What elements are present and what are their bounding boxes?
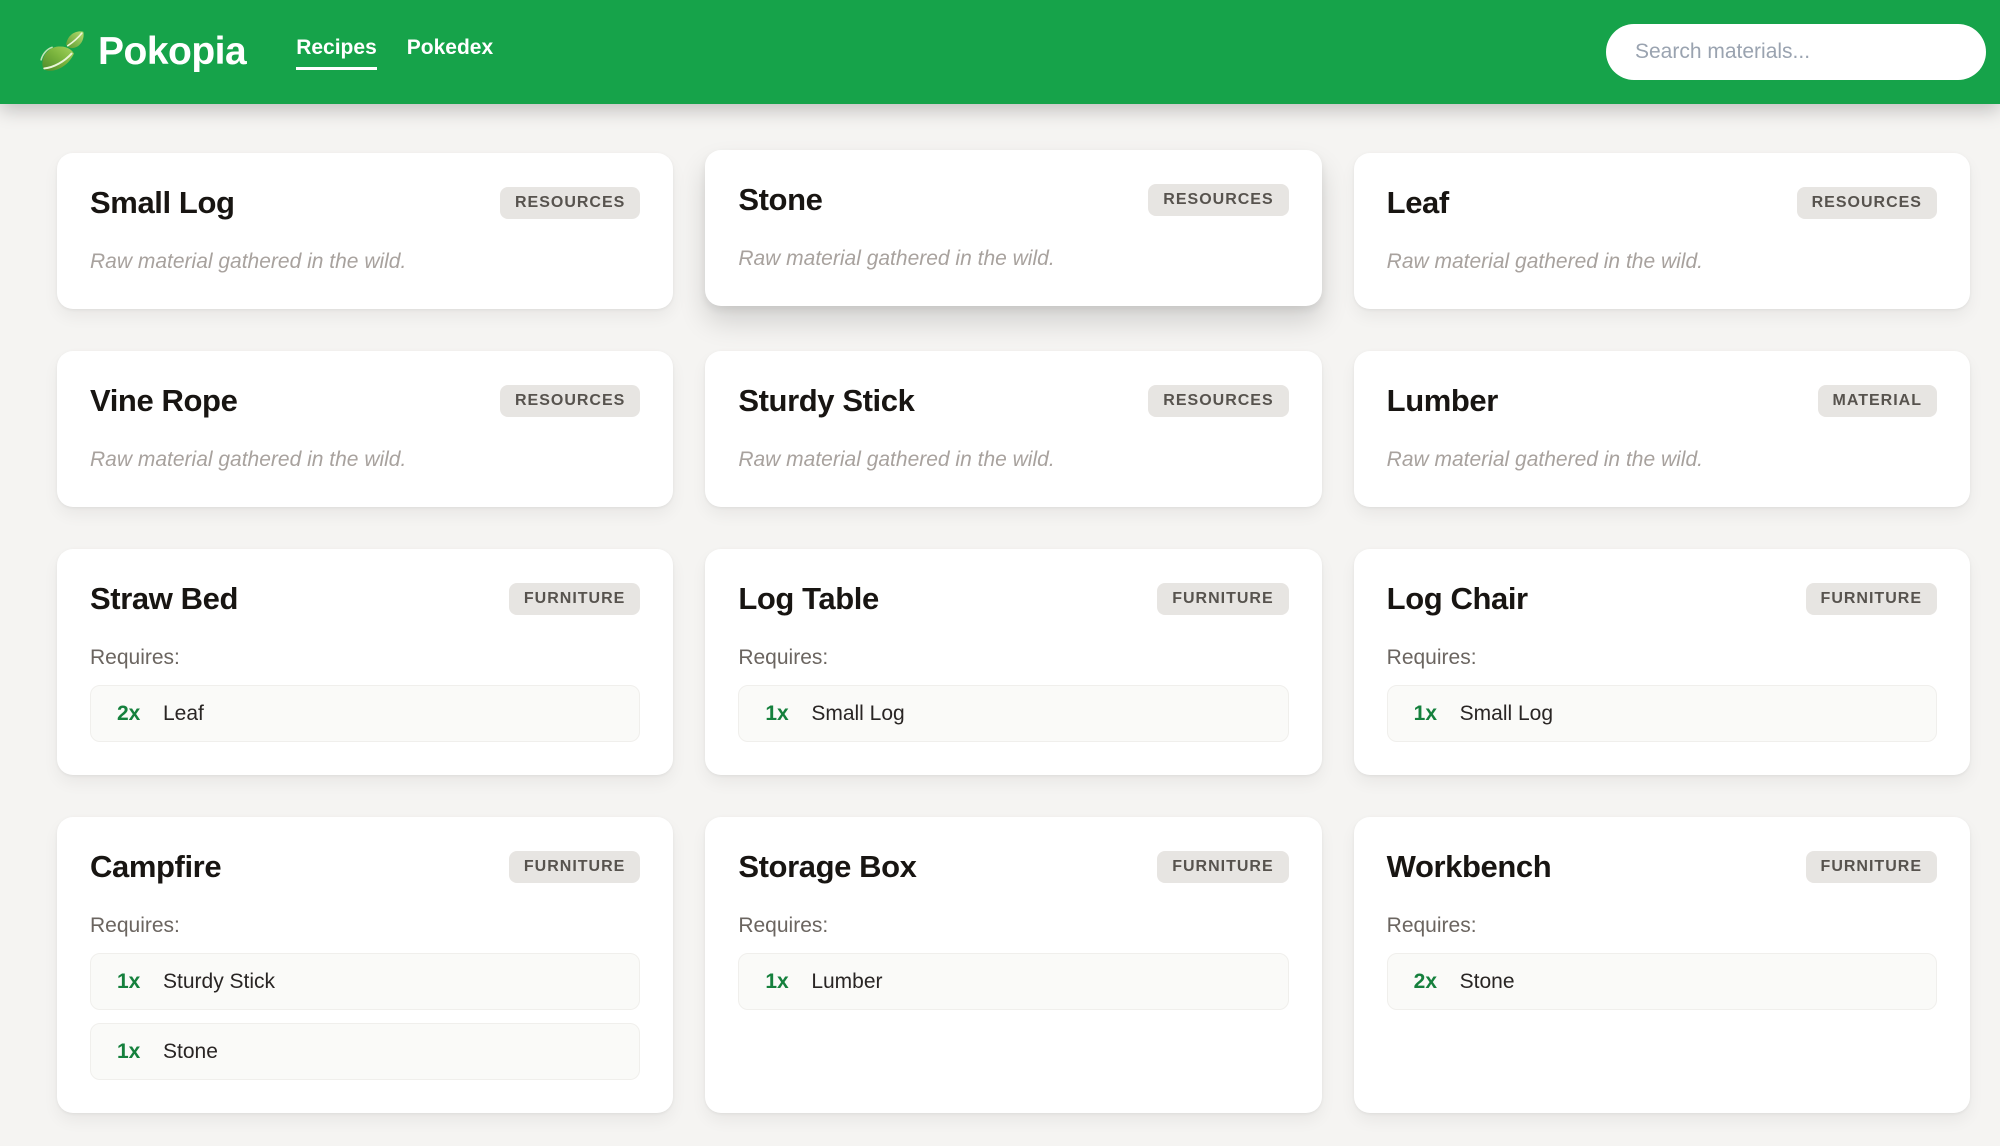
ingredient-quantity: 1x [117,1040,141,1063]
recipe-card[interactable]: Sturdy Stick RESOURCES Raw material gath… [705,351,1322,507]
recipe-card[interactable]: Stone RESOURCES Raw material gathered in… [705,150,1322,306]
recipe-card[interactable]: Vine Rope RESOURCES Raw material gathere… [57,351,674,507]
ingredient-row: 1x Small Log [738,685,1289,742]
category-badge: FURNITURE [1805,851,1937,883]
category-badge: FURNITURE [1157,583,1289,615]
card-title: Lumber [1386,383,1499,418]
card-description: Raw material gathered in the wild. [1386,250,1703,273]
card-title: Vine Rope [90,383,238,418]
ingredient-row: 2x Leaf [90,685,641,742]
recipe-grid: Small Log RESOURCES Raw material gathere… [57,150,1970,1113]
ingredient-quantity: 2x [1413,970,1438,993]
card-title: Straw Bed [90,581,238,616]
requires-label: Requires: [1386,646,1477,669]
category-badge: FURNITURE [1157,851,1289,883]
ingredient-name: Sturdy Stick [163,970,276,993]
category-badge: RESOURCES [1148,385,1289,417]
card-header: Log Table FURNITURE [738,580,1289,618]
nav-link-recipes[interactable]: Recipes [296,36,377,70]
main-nav: Recipes Pokedex [296,36,493,70]
ingredient-quantity: 1x [1413,702,1438,725]
card-header: Straw Bed FURNITURE [90,580,641,618]
nav-link-pokedex[interactable]: Pokedex [407,36,493,70]
category-badge: FURNITURE [508,583,641,615]
card-description: Raw material gathered in the wild. [90,250,407,273]
recipe-card[interactable]: Log Chair FURNITURE Requires: 1x Small L… [1353,549,1970,775]
card-title: Campfire [90,849,222,884]
recipe-card[interactable]: Log Table FURNITURE Requires: 1x Small L… [705,549,1322,775]
app-header: Pokopia Recipes Pokedex [0,0,2000,104]
category-badge: RESOURCES [499,385,641,417]
category-badge: RESOURCES [1796,187,1937,219]
card-header: Campfire FURNITURE [90,848,641,886]
ingredient-row: 1x Lumber [738,953,1289,1010]
ingredient-name: Small Log [811,702,905,725]
card-description: Raw material gathered in the wild. [1386,448,1703,471]
card-title: Small Log [90,185,235,220]
ingredient-name: Leaf [163,702,204,725]
card-header: Stone RESOURCES [738,181,1289,219]
recipe-card[interactable]: Small Log RESOURCES Raw material gathere… [57,153,674,309]
card-title: Log Chair [1386,581,1528,616]
card-header: Small Log RESOURCES [90,184,641,222]
card-header: Log Chair FURNITURE [1387,580,1937,618]
brand-name: Pokopia [98,30,247,73]
ingredient-quantity: 1x [765,702,789,725]
card-title: Sturdy Stick [738,383,915,418]
card-header: Leaf RESOURCES [1387,184,1937,222]
card-header: Workbench FURNITURE [1387,848,1937,886]
card-header: Sturdy Stick RESOURCES [738,382,1289,420]
card-title: Leaf [1386,185,1450,220]
category-badge: RESOURCES [499,187,641,219]
card-header: Vine Rope RESOURCES [90,382,641,420]
ingredient-row: 1x Small Log [1386,685,1937,742]
category-badge: FURNITURE [508,851,641,883]
card-title: Workbench [1386,849,1552,884]
ingredient-quantity: 1x [765,970,789,993]
requires-label: Requires: [90,914,180,937]
ingredient-row: 1x Sturdy Stick [90,953,641,1010]
recipe-card[interactable]: Straw Bed FURNITURE Requires: 2x Leaf [57,549,674,775]
requires-label: Requires: [1386,914,1477,937]
card-description: Raw material gathered in the wild. [738,247,1055,270]
brand[interactable]: Pokopia [38,27,247,77]
card-title: Storage Box [738,849,917,884]
recipe-card[interactable]: Workbench FURNITURE Requires: 2x Stone [1353,817,1970,1113]
ingredient-name: Stone [163,1040,218,1063]
ingredient-quantity: 1x [117,970,141,993]
requires-label: Requires: [90,646,180,669]
category-badge: RESOURCES [1148,184,1289,216]
ingredient-quantity: 2x [117,702,141,725]
search-input[interactable] [1606,24,1986,80]
card-header: Lumber MATERIAL [1387,382,1937,420]
recipe-card[interactable]: Leaf RESOURCES Raw material gathered in … [1353,153,1970,309]
card-header: Storage Box FURNITURE [738,848,1289,886]
card-title: Log Table [738,581,879,616]
recipe-card[interactable]: Storage Box FURNITURE Requires: 1x Lumbe… [705,817,1322,1113]
ingredient-name: Lumber [811,970,883,993]
requires-label: Requires: [738,914,829,937]
leaf-icon [40,31,84,71]
category-badge: MATERIAL [1817,385,1937,417]
requires-label: Requires: [738,646,829,669]
ingredient-name: Small Log [1459,702,1554,725]
recipe-card[interactable]: Lumber MATERIAL Raw material gathered in… [1353,351,1970,507]
card-title: Stone [738,182,823,217]
card-description: Raw material gathered in the wild. [90,448,407,471]
ingredient-row: 2x Stone [1386,953,1937,1010]
recipe-card[interactable]: Campfire FURNITURE Requires: 1x Sturdy S… [57,817,674,1113]
ingredient-row: 1x Stone [90,1023,641,1080]
ingredient-name: Stone [1459,970,1515,993]
category-badge: FURNITURE [1805,583,1937,615]
card-description: Raw material gathered in the wild. [738,448,1055,471]
